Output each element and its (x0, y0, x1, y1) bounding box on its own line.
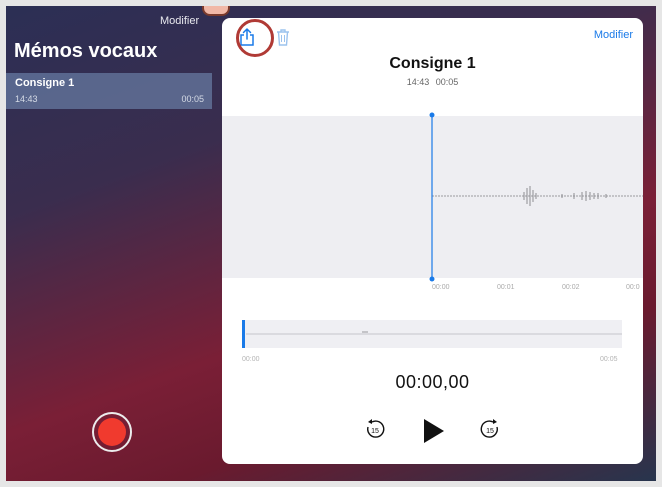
overview-start-time: 00:00 (242, 356, 260, 363)
sidebar-modifier-button[interactable]: Modifier (160, 15, 199, 27)
recording-duration: 00:05 (435, 77, 459, 87)
playhead[interactable] (427, 112, 437, 282)
sidebar-title: Mémos vocaux (14, 40, 158, 62)
detail-modifier-button[interactable]: Modifier (594, 29, 633, 41)
recording-time: 14:43 (406, 77, 430, 87)
skip-forward-label: 15 (486, 428, 494, 435)
memo-time: 14:43 (15, 94, 38, 104)
skip-forward-button[interactable]: 15 (479, 418, 501, 445)
record-icon (98, 418, 126, 446)
recording-meta: 14:43 00:05 (222, 77, 643, 87)
tick-label: 00:00 (432, 284, 450, 291)
skip-back-15-icon: 15 (367, 419, 385, 438)
play-button[interactable] (422, 417, 446, 450)
playback-timer: 00:00,00 (395, 372, 470, 392)
memo-duration: 00:05 (181, 94, 204, 104)
share-highlight-ring (236, 19, 274, 57)
recording-title: Consigne 1 (389, 55, 476, 72)
hand-cursor-icon (202, 0, 230, 16)
trash-icon (277, 29, 289, 46)
overview-end-time: 00:05 (600, 356, 618, 363)
overview-scrubber[interactable] (242, 320, 622, 348)
skip-forward-15-icon: 15 (480, 419, 498, 438)
overview-waveform (242, 320, 622, 348)
record-button[interactable] (92, 412, 132, 452)
recording-detail-panel: Modifier Consigne 1 14:43 00:05 00:00 00… (222, 18, 643, 464)
tick-label: 00:0 (626, 284, 640, 291)
memo-name: Consigne 1 (15, 77, 75, 89)
memo-list-item[interactable]: Consigne 1 14:43 00:05 (6, 73, 212, 109)
tick-label: 00:01 (497, 284, 515, 291)
skip-back-button[interactable]: 15 (364, 418, 386, 445)
skip-back-label: 15 (371, 428, 379, 435)
tick-label: 00:02 (562, 284, 580, 291)
play-icon (424, 419, 444, 443)
delete-button[interactable] (275, 27, 291, 47)
overview-playhead (242, 320, 245, 348)
